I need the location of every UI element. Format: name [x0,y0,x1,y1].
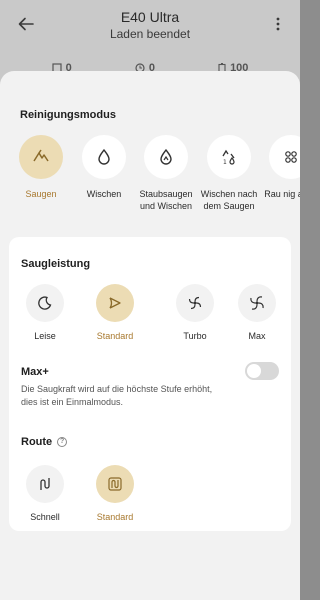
suction-item-standard[interactable]: Standard [85,284,145,342]
suction-label: Turbo [183,331,207,341]
cleaning-mode-list[interactable]: Saugen Wischen Staubsaugen und Wischen 1… [0,135,300,235]
suction-item-leise[interactable]: Leise [15,284,75,342]
route-label: Standard [96,512,134,522]
route-item-schnell[interactable]: Schnell [15,465,75,523]
route-header: Route ? [21,436,68,448]
more-options-button[interactable] [270,12,286,36]
mode-item-saugen[interactable]: Saugen [6,135,76,200]
vacuum-mop-icon[interactable] [144,135,188,179]
route-item-standard[interactable]: Standard [85,465,145,523]
custom-icon[interactable] [269,135,300,179]
mop-icon[interactable] [82,135,126,179]
suction-label: Leise [34,331,56,341]
quiet-icon[interactable] [26,284,64,322]
standard-fan-icon[interactable] [96,284,134,322]
suction-label: Max [248,331,266,341]
mode-label: Staubsaugen und Wischen [139,189,193,211]
suction-item-max[interactable]: Max [227,284,287,342]
page-title: E40 Ultra [120,9,180,25]
mode-label: Rau nig anpa [264,189,300,199]
more-vertical-icon [276,17,280,31]
mop-after-vacuum-icon[interactable]: 1 [207,135,251,179]
mode-item-custom[interactable]: Rau nig anpa [256,135,300,200]
cleaning-mode-title: Reinigungsmodus [20,109,116,121]
max-plus-title: Max+ [21,366,49,378]
suction-options: Leise Standard Turbo Max [9,284,291,346]
mode-item-wischen[interactable]: Wischen [69,135,139,200]
max-plus-description: Die Saugkraft wird auf die höchste Stufe… [21,384,213,407]
route-label: Schnell [30,512,60,522]
toggle-knob [247,364,261,378]
mode-label: Wischen [86,189,122,199]
suction-item-turbo[interactable]: Turbo [165,284,225,342]
settings-sheet: Reinigungsmodus Saugen Wischen Staubsaug… [0,71,300,600]
svg-text:1: 1 [223,159,227,166]
suction-label: Standard [96,331,134,341]
max-plus-toggle[interactable] [245,362,279,380]
route-title: Route [21,436,53,448]
mode-item-staubsaugen-wischen[interactable]: Staubsaugen und Wischen [131,135,201,212]
route-options: Schnell Standard [9,465,291,527]
max-fan-icon[interactable] [238,284,276,322]
suction-title: Saugleistung [21,258,91,270]
quick-route-icon[interactable] [26,465,64,503]
app-header: E40 Ultra Laden beendet 0 0 100 [0,0,300,74]
vacuum-icon[interactable] [19,135,63,179]
mode-label: Saugen [25,189,57,199]
turbo-fan-icon[interactable] [176,284,214,322]
standard-route-icon[interactable] [96,465,134,503]
mode-label: Wischen nach dem Saugen [200,189,258,211]
device-status: Laden beendet [109,27,191,41]
settings-card: Saugleistung Leise Standard Turbo Max Ma… [9,237,291,531]
info-icon[interactable]: ? [57,437,68,447]
mode-item-wischen-nach-saugen[interactable]: 1 Wischen nach dem Saugen [194,135,264,212]
